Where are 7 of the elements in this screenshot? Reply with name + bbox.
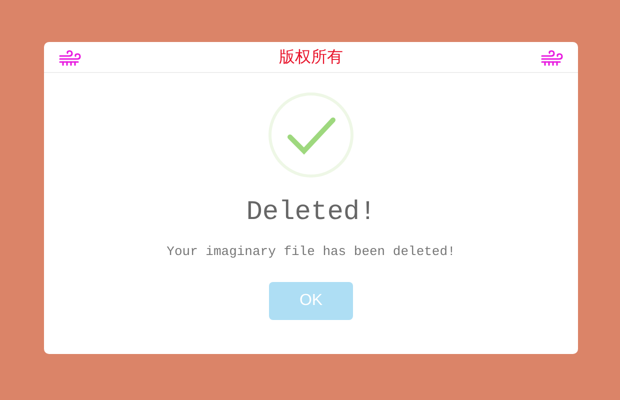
dialog-title: Deleted! xyxy=(246,198,376,228)
ok-button[interactable]: OK xyxy=(269,282,353,320)
wind-icon xyxy=(58,47,82,67)
header-title: 版权所有 xyxy=(279,46,343,68)
checkmark-icon xyxy=(268,92,354,178)
wind-icon xyxy=(540,47,564,67)
dialog-message: Your imaginary file has been deleted! xyxy=(166,244,456,259)
